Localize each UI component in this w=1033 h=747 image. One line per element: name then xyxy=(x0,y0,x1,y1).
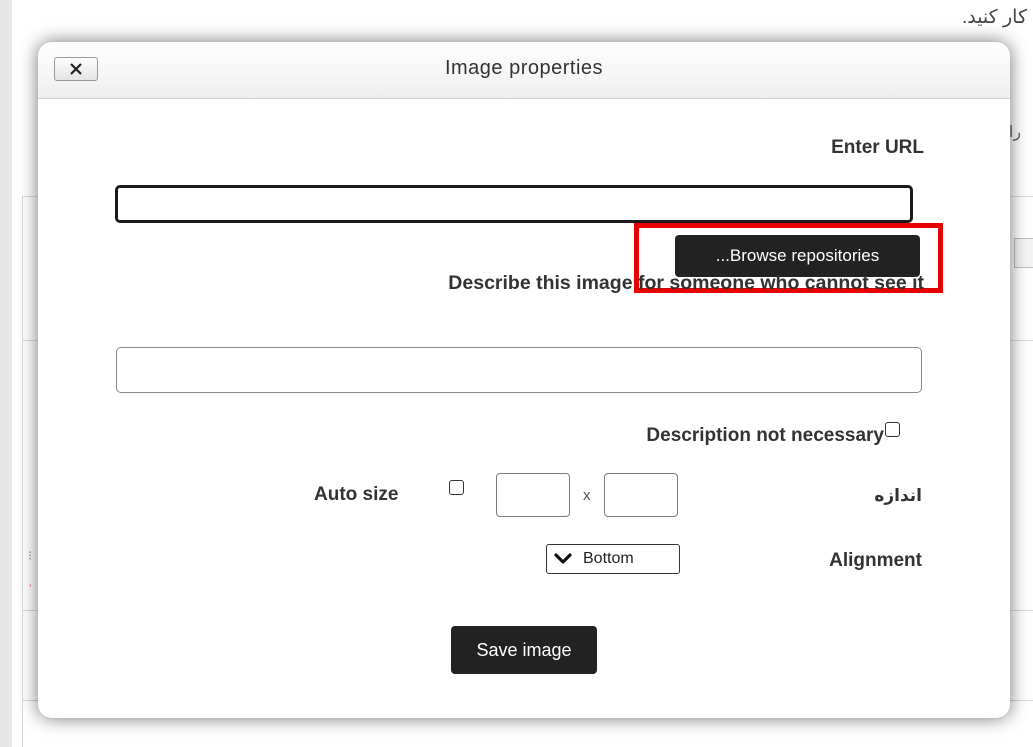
size-separator: x xyxy=(583,487,591,504)
chevron-down-icon xyxy=(554,553,572,564)
alignment-label: Alignment xyxy=(829,550,922,571)
background-instruction-text: کار کنید. xyxy=(961,7,1027,28)
width-input[interactable] xyxy=(496,473,570,517)
browse-repositories-button[interactable]: ...Browse repositories xyxy=(675,235,920,277)
description-not-necessary-checkbox[interactable] xyxy=(885,422,900,437)
background-mark: ˈ xyxy=(28,582,33,597)
auto-size-checkbox[interactable] xyxy=(449,480,464,495)
background-side-text: را xyxy=(1008,124,1021,141)
url-input[interactable] xyxy=(115,185,913,223)
background-divider xyxy=(22,196,23,747)
background-editor-button xyxy=(1014,238,1033,268)
alignment-value: Bottom xyxy=(583,550,634,567)
dialog-header: Image properties xyxy=(38,42,1010,99)
url-label: Enter URL xyxy=(831,137,924,158)
save-image-button[interactable]: Save image xyxy=(451,626,597,674)
size-label: اندازه xyxy=(874,486,922,505)
description-not-necessary-label: Description not necessary xyxy=(646,425,884,446)
background-mark: ⁝ xyxy=(28,548,33,563)
background-left-strip xyxy=(0,0,12,747)
image-properties-dialog: Image properties Enter URL ...Browse rep… xyxy=(38,42,1010,718)
alignment-select[interactable]: Bottom xyxy=(546,544,680,574)
description-label: Describe this image for someone who cann… xyxy=(448,272,924,294)
auto-size-label: Auto size xyxy=(314,484,399,505)
dialog-title: Image properties xyxy=(444,57,604,79)
image-description-input[interactable] xyxy=(116,347,922,393)
height-input[interactable] xyxy=(604,473,678,517)
